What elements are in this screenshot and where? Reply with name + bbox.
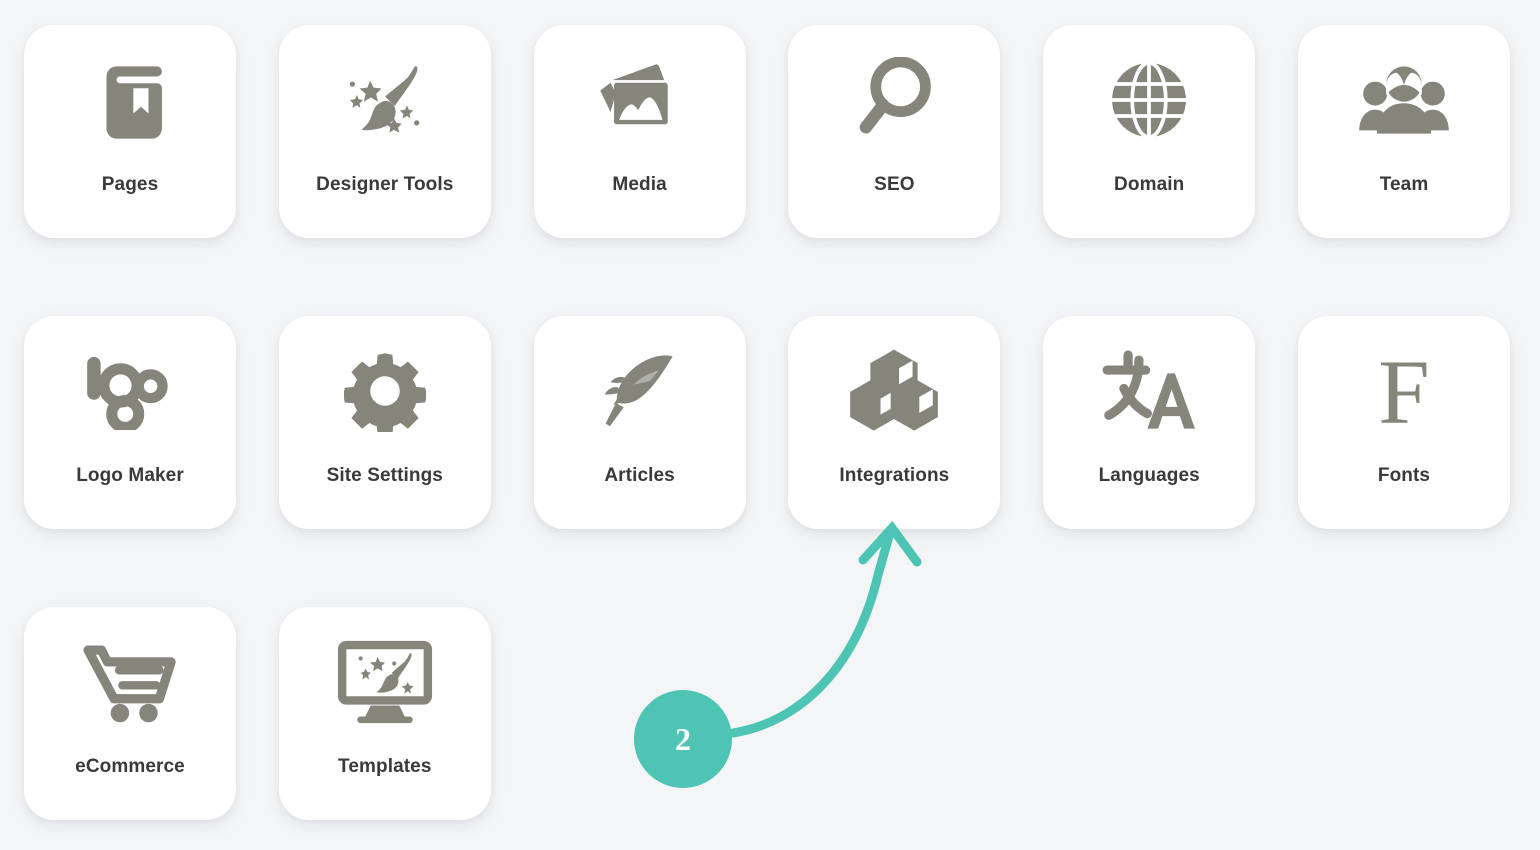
- annotation-step-number: 2: [675, 720, 691, 757]
- logo-wordmark-icon: [24, 316, 236, 466]
- app-card-domain[interactable]: Domain: [1043, 25, 1256, 238]
- photos-stack-icon: [534, 25, 746, 175]
- app-card-templates[interactable]: Templates: [278, 607, 491, 820]
- app-card-ecommerce[interactable]: eCommerce: [24, 607, 236, 820]
- app-card-fonts[interactable]: F Fonts: [1298, 316, 1510, 529]
- shopping-cart-icon: [24, 607, 236, 757]
- app-card-label: Fonts: [1377, 465, 1431, 486]
- app-card-label: Pages: [101, 174, 159, 195]
- annotation-step-badge: 2: [634, 690, 732, 788]
- monitor-brush-icon: [279, 607, 491, 757]
- translate-icon: [1043, 316, 1255, 466]
- app-card-label: Articles: [604, 465, 675, 486]
- app-card-label: Designer Tools: [316, 174, 454, 195]
- app-card-label: Integrations: [839, 465, 950, 486]
- feather-quill-icon: [534, 316, 746, 466]
- app-card-articles[interactable]: Articles: [533, 316, 746, 529]
- app-card-integrations[interactable]: Integrations: [788, 316, 1001, 529]
- app-card-label: Domain: [1114, 174, 1185, 195]
- app-card-seo[interactable]: SEO: [788, 25, 1001, 238]
- app-card-label: eCommerce: [75, 756, 185, 777]
- app-card-label: Site Settings: [326, 465, 443, 486]
- paintbrush-stars-icon: [279, 25, 491, 175]
- globe-icon: [1043, 25, 1255, 175]
- app-card-languages[interactable]: Languages: [1043, 316, 1256, 529]
- app-card-site-settings[interactable]: Site Settings: [278, 316, 491, 529]
- app-card-label: Templates: [338, 756, 432, 777]
- app-card-pages[interactable]: Pages: [24, 25, 236, 238]
- app-card-label: Languages: [1098, 465, 1200, 486]
- book-icon: [24, 25, 236, 175]
- app-card-label: Media: [612, 174, 667, 195]
- app-card-media[interactable]: Media: [533, 25, 746, 238]
- cubes-icon: [788, 316, 1000, 466]
- app-card-label: Logo Maker: [76, 465, 184, 486]
- app-card-team[interactable]: Team: [1298, 25, 1510, 238]
- app-card-designer-tools[interactable]: Designer Tools: [278, 25, 491, 238]
- app-card-label: Team: [1379, 174, 1429, 195]
- app-card-label: SEO: [874, 174, 915, 195]
- people-group-icon: [1298, 25, 1510, 175]
- app-shortcut-grid: Pages Designer Tools Media SEO Domain Te…: [0, 0, 1540, 850]
- gear-icon: [279, 316, 491, 466]
- svg-text:F: F: [1378, 346, 1429, 436]
- letter-f-serif-icon: F: [1298, 316, 1510, 466]
- magnifier-icon: [788, 25, 1000, 175]
- app-card-logo-maker[interactable]: Logo Maker: [24, 316, 236, 529]
